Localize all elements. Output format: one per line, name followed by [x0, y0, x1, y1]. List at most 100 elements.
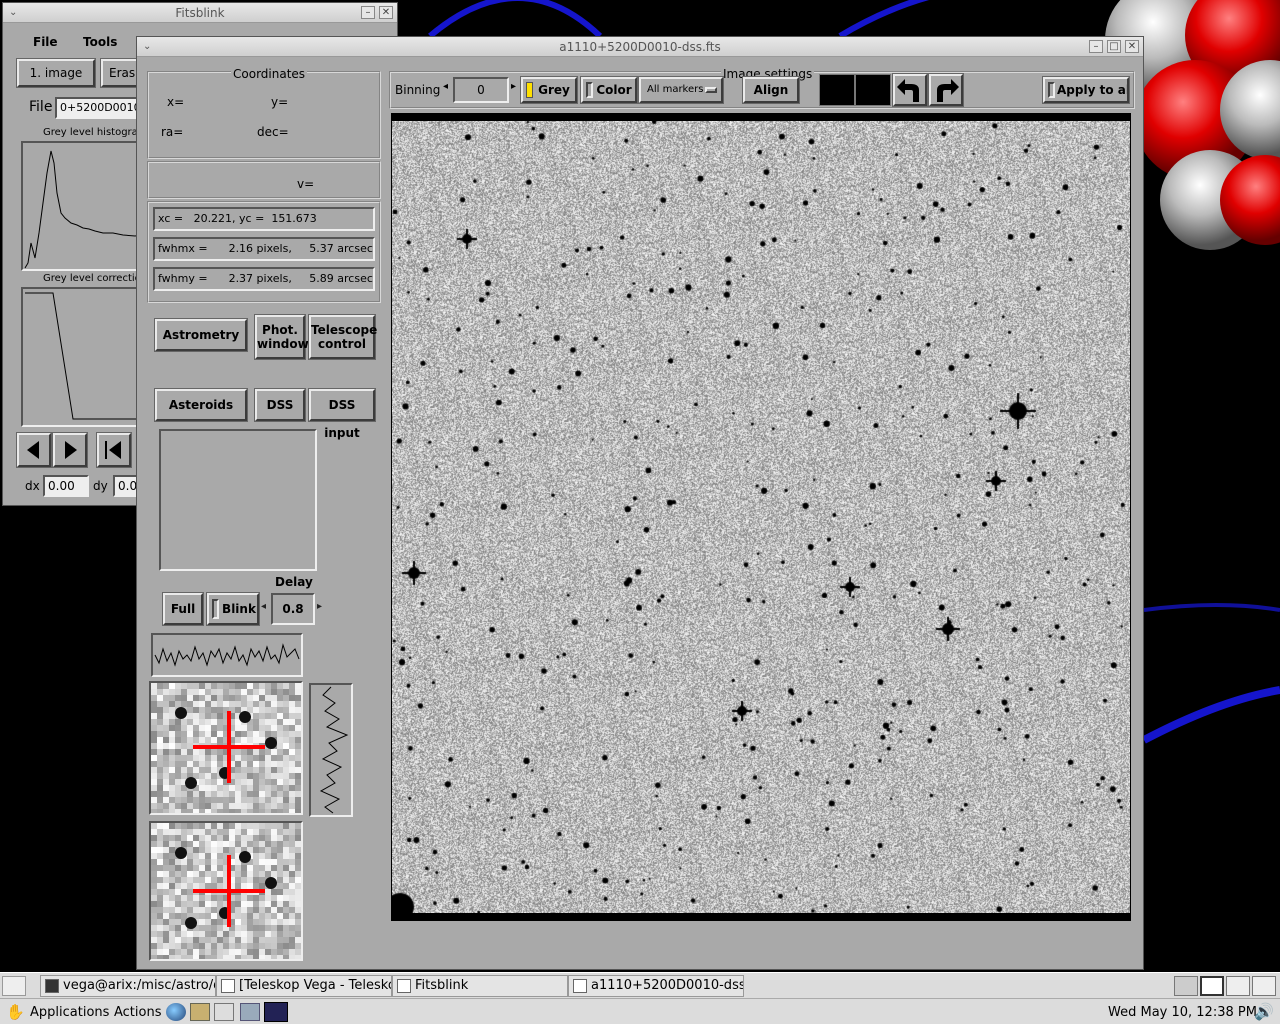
- horizontal-profile-curve: [154, 643, 300, 667]
- correction-label: Grey level correction: [43, 273, 148, 284]
- blink-toggle[interactable]: Blink: [207, 593, 259, 625]
- dss-button[interactable]: DSS: [255, 389, 305, 421]
- gnome-foot-icon[interactable]: ✋: [6, 1003, 25, 1021]
- image-settings-group: Image settings Binning ◂ 0 ▸ Grey Color …: [389, 67, 1135, 109]
- telescope-icon: [221, 979, 235, 993]
- fits-image[interactable]: [392, 121, 1130, 913]
- undo-button[interactable]: [893, 74, 927, 106]
- undo-icon: [897, 79, 919, 102]
- mail-icon[interactable]: [190, 1003, 210, 1021]
- telescope-control-button[interactable]: Telescope control: [309, 315, 377, 359]
- apply-label: Apply to al: [1057, 83, 1129, 97]
- print-icon[interactable]: [240, 1003, 260, 1021]
- redo-icon: [937, 79, 959, 102]
- delay-decrement-icon[interactable]: ◂: [261, 601, 266, 612]
- prev-image-button[interactable]: [17, 433, 51, 467]
- color-swatch-1[interactable]: [819, 74, 855, 106]
- file-field[interactable]: 0+5200D0010-d: [55, 97, 141, 119]
- clock[interactable]: Wed May 10, 12:38 PM: [1108, 1005, 1257, 1020]
- close-icon[interactable]: ✕: [379, 6, 393, 19]
- task-fitsblink[interactable]: Fitsblink: [392, 975, 568, 997]
- grey-indicator: [526, 82, 533, 98]
- maximize-icon[interactable]: □: [1107, 40, 1121, 53]
- markers-value: All markers: [647, 84, 704, 95]
- terminal-launcher-icon[interactable]: [264, 1002, 288, 1022]
- close-icon[interactable]: ✕: [1125, 40, 1139, 53]
- blink-preview: [159, 429, 317, 571]
- window-title: a1110+5200D0010-dss.fts: [559, 40, 721, 54]
- app-icon: [397, 979, 411, 993]
- asteroids-button[interactable]: Asteroids: [155, 389, 247, 421]
- app-icon: [573, 979, 587, 993]
- task-terminal[interactable]: vega@arix:/misc/astro/da: [40, 975, 216, 997]
- correction-curve: [25, 292, 141, 420]
- crosshair-vertical: [227, 711, 231, 783]
- binning-decrement-icon[interactable]: ◂: [443, 81, 448, 92]
- window-menu-icon[interactable]: ⌄: [143, 37, 151, 57]
- browser-icon[interactable]: [166, 1003, 186, 1021]
- apply-to-all-toggle[interactable]: Apply to al: [1043, 77, 1129, 103]
- zoom-crop-pixels: [151, 823, 301, 959]
- full-button[interactable]: Full: [163, 593, 203, 625]
- minimize-icon[interactable]: –: [361, 6, 375, 19]
- centroid-readout: xc = 20.221, yc = 151.673: [153, 207, 375, 231]
- blink-label: Blink: [222, 602, 256, 616]
- tab-image[interactable]: 1. image: [17, 59, 95, 87]
- color-swatch-2[interactable]: [855, 74, 891, 106]
- window-menu-icon[interactable]: ⌄: [9, 3, 17, 23]
- vertical-profile-curve: [319, 686, 349, 814]
- fwhmx-readout: fwhmx = 2.16 pixels, 5.37 arcsec: [153, 237, 375, 261]
- right-arrow-icon: [65, 441, 77, 459]
- tab-erase[interactable]: Eras: [101, 59, 141, 87]
- phot-window-button[interactable]: Phot. window: [255, 315, 309, 359]
- minimize-icon[interactable]: –: [1089, 40, 1103, 53]
- task-image-window[interactable]: a1110+5200D0010-dss.fts: [568, 975, 744, 997]
- fits-image-frame[interactable]: [391, 113, 1131, 921]
- applications-menu[interactable]: Applications: [30, 1005, 109, 1020]
- centroid-group: xc = 20.221, yc = 151.673 fwhmx = 2.16 p…: [147, 201, 381, 303]
- color-toggle[interactable]: Color: [581, 77, 637, 103]
- redo-button[interactable]: [929, 74, 963, 106]
- binning-increment-icon[interactable]: ▸: [511, 81, 516, 92]
- grey-toggle[interactable]: Grey: [521, 77, 577, 103]
- dy-label: dy: [93, 479, 108, 493]
- workspace-1[interactable]: [1174, 976, 1198, 996]
- task-label: a1110+5200D0010-dss.fts: [591, 978, 743, 993]
- histogram-label: Grey level histogram: [43, 127, 148, 138]
- astrometry-button[interactable]: Astrometry: [155, 319, 247, 351]
- v-label: v=: [297, 177, 315, 191]
- task-telescope[interactable]: [Teleskop Vega - Telesko: [216, 975, 392, 997]
- correction-plot: [21, 287, 143, 427]
- left-arrow-icon: [27, 441, 39, 459]
- dx-field[interactable]: 0.00: [43, 475, 89, 497]
- blink-checkbox: [212, 599, 219, 619]
- zoom-crop-top: [149, 681, 303, 815]
- align-button[interactable]: Align: [743, 77, 799, 103]
- dss-input-button[interactable]: DSS input: [309, 389, 375, 440]
- workspace-3[interactable]: [1226, 976, 1250, 996]
- actions-menu[interactable]: Actions: [114, 1005, 162, 1020]
- image-window-titlebar[interactable]: ⌄ a1110+5200D0010-dss.fts – □ ✕: [137, 37, 1143, 57]
- coordinates-group: Coordinates x= y= ra= dec=: [147, 67, 381, 159]
- histogram-plot: [21, 141, 143, 271]
- apply-checkbox: [1048, 82, 1055, 98]
- binning-field[interactable]: 0: [453, 77, 509, 103]
- next-image-button[interactable]: [53, 433, 87, 467]
- speaker-icon[interactable]: 🔊: [1254, 1002, 1274, 1021]
- menu-tools[interactable]: Tools: [83, 35, 117, 49]
- dec-label: dec=: [257, 125, 289, 139]
- delay-field[interactable]: 0.8: [271, 593, 315, 625]
- menu-file[interactable]: File: [33, 35, 58, 49]
- first-arrow-icon: [105, 441, 121, 459]
- binning-label: Binning: [395, 83, 441, 97]
- workspace-4[interactable]: [1252, 976, 1276, 996]
- editor-icon[interactable]: [214, 1003, 234, 1021]
- zoom-crop-pixels: [151, 683, 301, 813]
- fitsblink-titlebar[interactable]: ⌄ Fitsblink – ✕: [3, 3, 397, 23]
- workspace-2[interactable]: [1200, 976, 1224, 996]
- delay-increment-icon[interactable]: ▸: [317, 601, 322, 612]
- color-indicator: [586, 82, 593, 98]
- markers-select[interactable]: All markers: [639, 77, 723, 103]
- show-desktop-icon[interactable]: [2, 976, 26, 996]
- first-image-button[interactable]: [97, 433, 131, 467]
